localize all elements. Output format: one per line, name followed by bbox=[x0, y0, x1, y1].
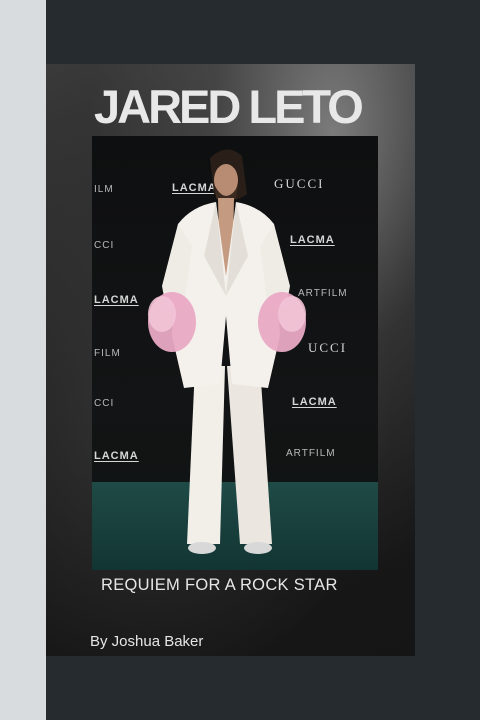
cover-photo: ILM LACMA GUCCI CCI LACMA LACMA ARTFILM … bbox=[92, 136, 378, 570]
left-strip bbox=[0, 0, 46, 720]
book-cover: JARED LETO ILM LACMA GUCCI CCI LACMA LAC… bbox=[46, 64, 415, 656]
person-figure bbox=[148, 149, 306, 554]
author-line: By Joshua Baker bbox=[90, 633, 204, 650]
book-subtitle: REQUIEM FOR A ROCK STAR bbox=[101, 576, 338, 594]
book-title: JARED LETO bbox=[94, 80, 364, 133]
